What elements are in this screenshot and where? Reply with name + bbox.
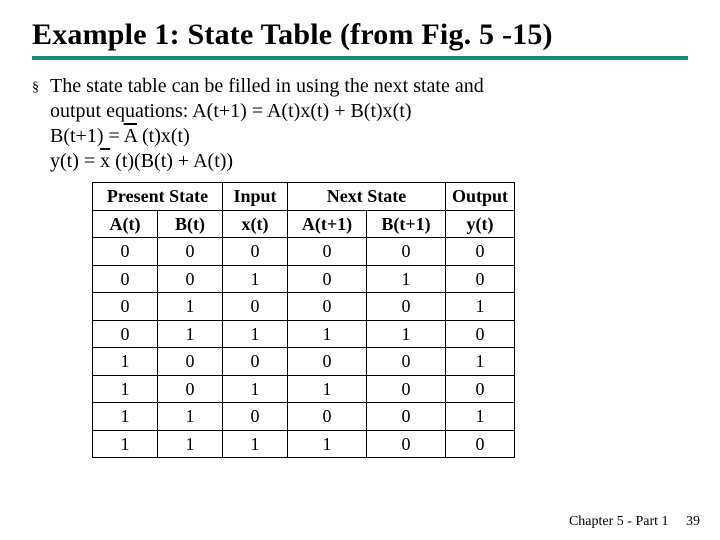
table-row: 101100 (93, 375, 515, 403)
col-group-input: Input (223, 183, 288, 211)
line-3-post: (t)(B(t) + A(t)) (110, 150, 233, 172)
table-row: 011110 (93, 320, 515, 348)
col-At: A(t) (93, 210, 158, 238)
cell-Bt1: 0 (367, 348, 446, 376)
col-xt: x(t) (223, 210, 288, 238)
bullet-item: § The state table can be filled in using… (32, 74, 688, 174)
col-group-next: Next State (288, 183, 446, 211)
cell-Bt1: 0 (367, 293, 446, 321)
cell-At: 0 (93, 293, 158, 321)
cell-Bt: 1 (158, 403, 223, 431)
cell-xt: 1 (223, 320, 288, 348)
cell-xt: 0 (223, 403, 288, 431)
line-1a: The state table can be filled in using t… (50, 75, 484, 97)
col-group-output: Output (446, 183, 515, 211)
cell-Bt1: 0 (367, 430, 446, 458)
col-Bt: B(t) (158, 210, 223, 238)
cell-xt: 1 (223, 430, 288, 458)
cell-xt: 1 (223, 375, 288, 403)
table-row: 010001 (93, 293, 515, 321)
cell-xt: 0 (223, 238, 288, 266)
table-row: 000000 (93, 238, 515, 266)
cell-yt: 0 (446, 430, 515, 458)
line-2-bar: A (124, 125, 137, 147)
cell-At: 1 (93, 430, 158, 458)
cell-At1: 1 (288, 430, 367, 458)
bullet-mark: § (32, 74, 50, 174)
footer-chapter: Chapter 5 - Part 1 (569, 514, 669, 529)
cell-At: 0 (93, 265, 158, 293)
table-group-row: Present State Input Next State Output (93, 183, 515, 211)
cell-Bt1: 0 (367, 403, 446, 431)
state-table: Present State Input Next State Output A(… (92, 182, 515, 458)
cell-At1: 0 (288, 238, 367, 266)
slide-title: Example 1: State Table (from Fig. 5 -15) (32, 18, 688, 52)
cell-Bt: 0 (158, 265, 223, 293)
cell-xt: 1 (223, 265, 288, 293)
cell-yt: 0 (446, 238, 515, 266)
line-3-pre: y(t) = (50, 150, 100, 172)
line-2-pre: B(t+1) = (50, 125, 124, 147)
cell-Bt: 0 (158, 348, 223, 376)
cell-At: 0 (93, 320, 158, 348)
cell-At: 0 (93, 238, 158, 266)
cell-xt: 0 (223, 293, 288, 321)
slide-footer: Chapter 5 - Part 1 39 (569, 514, 700, 530)
cell-xt: 0 (223, 348, 288, 376)
cell-Bt1: 0 (367, 238, 446, 266)
cell-At1: 0 (288, 265, 367, 293)
col-Bt1: B(t+1) (367, 210, 446, 238)
cell-Bt: 1 (158, 320, 223, 348)
cell-At1: 1 (288, 320, 367, 348)
cell-At: 1 (93, 348, 158, 376)
line-3-bar: x (100, 150, 110, 172)
cell-At1: 0 (288, 348, 367, 376)
cell-Bt: 1 (158, 430, 223, 458)
cell-At1: 0 (288, 293, 367, 321)
col-group-present: Present State (93, 183, 223, 211)
footer-page: 39 (686, 514, 700, 530)
cell-Bt1: 0 (367, 375, 446, 403)
cell-yt: 1 (446, 348, 515, 376)
cell-Bt1: 1 (367, 265, 446, 293)
cell-yt: 0 (446, 375, 515, 403)
cell-Bt1: 1 (367, 320, 446, 348)
cell-At1: 1 (288, 375, 367, 403)
cell-yt: 0 (446, 320, 515, 348)
col-At1: A(t+1) (288, 210, 367, 238)
cell-Bt: 0 (158, 238, 223, 266)
col-yt: y(t) (446, 210, 515, 238)
cell-At1: 0 (288, 403, 367, 431)
bullet-text: The state table can be filled in using t… (50, 74, 688, 174)
cell-yt: 0 (446, 265, 515, 293)
cell-At: 1 (93, 403, 158, 431)
table-row: 001010 (93, 265, 515, 293)
cell-Bt: 0 (158, 375, 223, 403)
table-row: 100001 (93, 348, 515, 376)
table-header-row: A(t) B(t) x(t) A(t+1) B(t+1) y(t) (93, 210, 515, 238)
cell-At: 1 (93, 375, 158, 403)
cell-yt: 1 (446, 403, 515, 431)
cell-yt: 1 (446, 293, 515, 321)
cell-Bt: 1 (158, 293, 223, 321)
line-1b: output equations: A(t+1) = A(t)x(t) + B(… (50, 100, 412, 122)
table-row: 111100 (93, 430, 515, 458)
line-2-post: (t)x(t) (137, 125, 190, 147)
table-row: 110001 (93, 403, 515, 431)
title-rule (32, 56, 688, 60)
